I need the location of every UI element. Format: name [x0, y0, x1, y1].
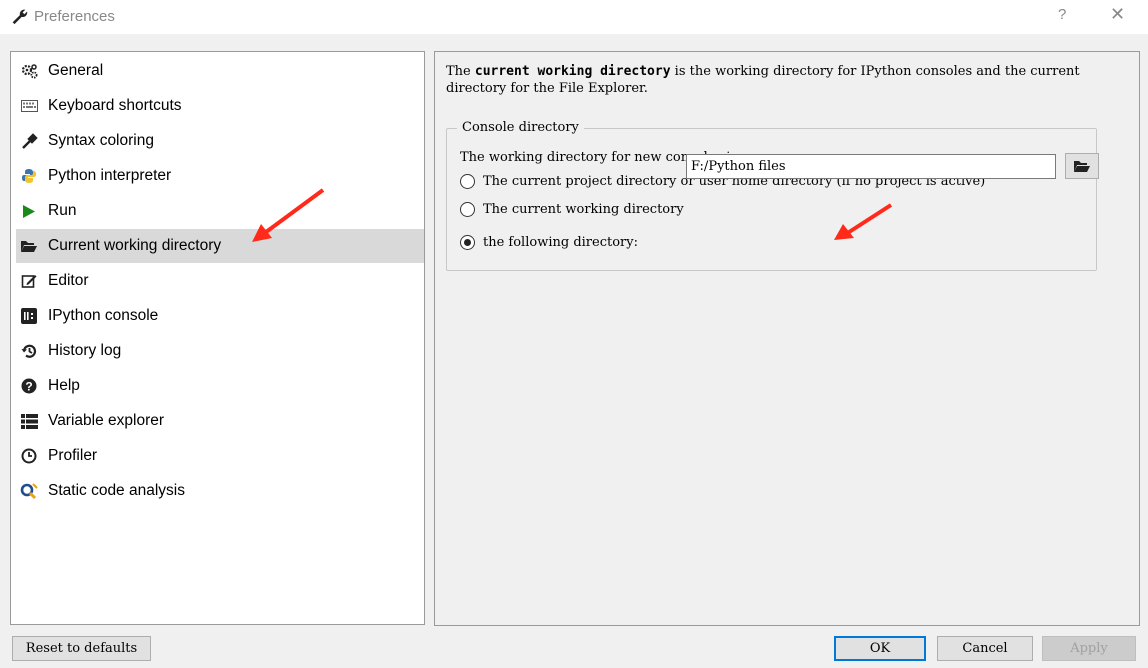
python-icon — [20, 167, 38, 185]
sidebar-item-label: Current working directory — [48, 237, 222, 254]
clock-icon — [20, 447, 38, 465]
keyboard-icon — [20, 97, 38, 115]
history-icon — [20, 342, 38, 360]
help-button[interactable]: ? — [1058, 6, 1066, 23]
sidebar-item-current-working-directory[interactable]: Current working directory — [16, 229, 424, 263]
radio-current-working-directory[interactable]: The current working directory — [460, 202, 684, 217]
sidebar-item-static-code-analysis[interactable]: Static code analysis — [16, 474, 424, 508]
sidebar-item-label: Editor — [48, 272, 89, 289]
title-bar: Preferences ? ✕ — [0, 0, 1148, 34]
question-circle-icon: ? — [20, 377, 38, 395]
sidebar-item-label: Profiler — [48, 447, 98, 464]
sidebar-item-general[interactable]: General — [16, 54, 424, 88]
sidebar-item-history-log[interactable]: History log — [16, 334, 424, 368]
radio-button[interactable] — [460, 202, 475, 217]
sidebar-item-editor[interactable]: Editor — [16, 264, 424, 298]
sidebar-item-label: Python interpreter — [48, 167, 172, 184]
sidebar-item-label: Syntax coloring — [48, 132, 154, 149]
page-description: The current working directory is the wor… — [446, 63, 1136, 97]
ipython-icon — [20, 307, 38, 325]
radio-label: The current working directory — [483, 202, 684, 217]
preferences-sidebar: General Keyboard shortcuts Syntax colori… — [10, 51, 425, 625]
list-icon — [20, 412, 38, 430]
description-bold: current working directory — [474, 64, 671, 79]
pylint-icon — [20, 482, 38, 500]
sidebar-item-label: Keyboard shortcuts — [48, 97, 182, 114]
sidebar-item-profiler[interactable]: Profiler — [16, 439, 424, 473]
radio-button-selected[interactable] — [460, 235, 475, 250]
play-icon — [20, 202, 38, 220]
group-title: Console directory — [457, 120, 584, 135]
svg-text:?: ? — [25, 380, 32, 394]
folder-open-icon — [1074, 161, 1090, 172]
description-prefix: The — [446, 64, 475, 79]
radio-label: the following directory: — [483, 235, 638, 250]
sidebar-item-label: IPython console — [48, 307, 159, 324]
ok-button[interactable]: OK — [834, 636, 926, 661]
sidebar-item-variable-explorer[interactable]: Variable explorer — [16, 404, 424, 438]
sidebar-item-syntax-coloring[interactable]: Syntax coloring — [16, 124, 424, 158]
sidebar-item-label: Variable explorer — [48, 412, 165, 429]
browse-directory-button[interactable] — [1065, 153, 1099, 179]
folder-open-icon — [20, 237, 38, 255]
sidebar-item-label: Run — [48, 202, 77, 219]
sidebar-item-help[interactable]: ? Help — [16, 369, 424, 403]
eyedropper-icon — [20, 132, 38, 150]
reset-to-defaults-button[interactable]: Reset to defaults — [12, 636, 151, 661]
radio-button[interactable] — [460, 174, 475, 189]
apply-button[interactable]: Apply — [1042, 636, 1136, 661]
sidebar-item-label: Static code analysis — [48, 482, 185, 499]
window-title: Preferences — [34, 8, 115, 25]
gears-icon — [20, 62, 38, 80]
sidebar-item-python-interpreter[interactable]: Python interpreter — [16, 159, 424, 193]
sidebar-item-label: Help — [48, 377, 80, 394]
cancel-button[interactable]: Cancel — [937, 636, 1033, 661]
wrench-icon — [12, 9, 28, 25]
console-directory-group: Console directory The working directory … — [446, 120, 1097, 271]
sidebar-item-ipython-console[interactable]: IPython console — [16, 299, 424, 333]
edit-icon — [20, 272, 38, 290]
sidebar-item-keyboard-shortcuts[interactable]: Keyboard shortcuts — [16, 89, 424, 123]
sidebar-item-run[interactable]: Run — [16, 194, 424, 228]
close-button[interactable]: ✕ — [1110, 4, 1125, 25]
sidebar-item-label: General — [48, 62, 104, 79]
radio-following-directory[interactable]: the following directory: — [460, 235, 638, 250]
directory-path-input[interactable] — [686, 154, 1056, 179]
settings-page: The current working directory is the wor… — [434, 51, 1140, 626]
sidebar-item-label: History log — [48, 342, 122, 359]
